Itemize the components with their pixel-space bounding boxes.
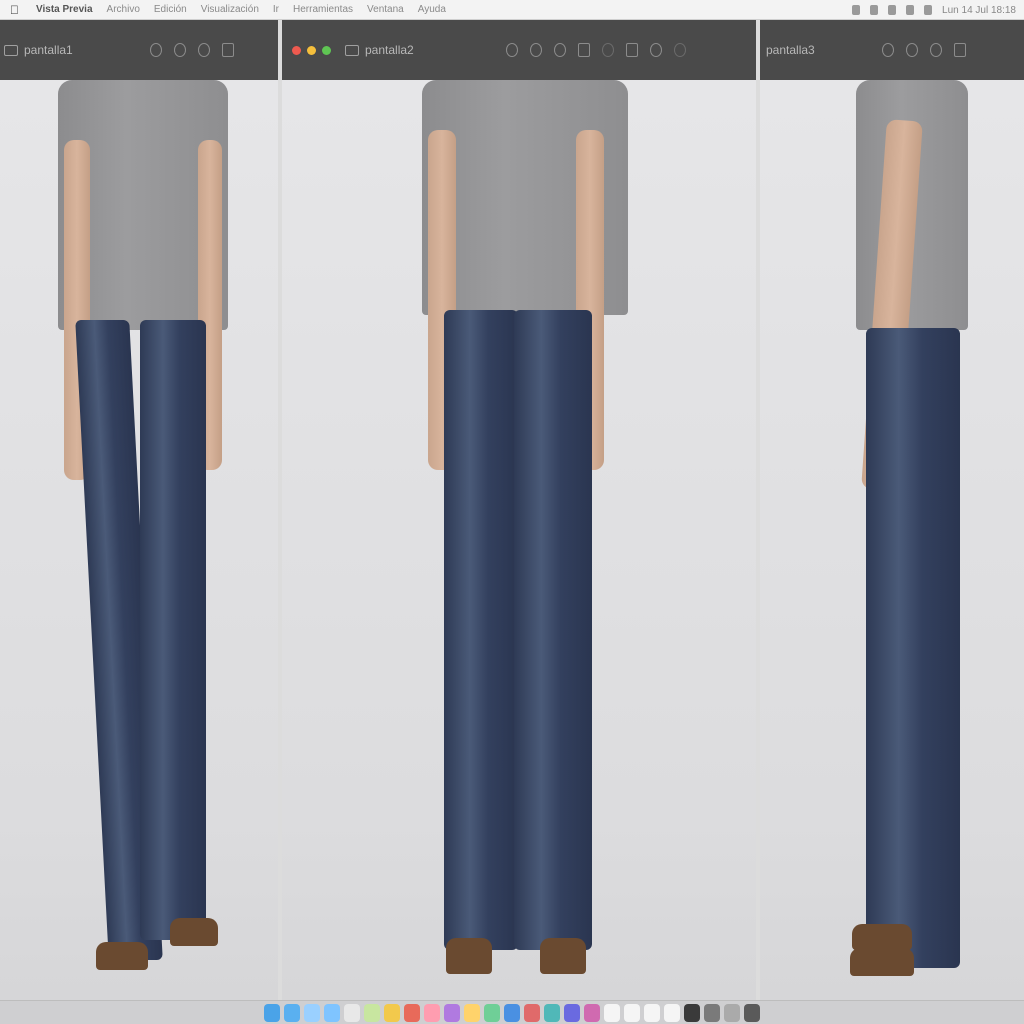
- dock-app-icon[interactable]: [344, 1003, 360, 1022]
- window-titlebar[interactable]: pantalla2: [282, 20, 756, 80]
- jeans: [866, 328, 960, 968]
- info-icon[interactable]: [150, 43, 162, 57]
- dock: [0, 1000, 1024, 1024]
- status-area: Lun 14 Jul 18:18: [852, 0, 1016, 20]
- dock-app-icon[interactable]: [484, 1003, 500, 1022]
- toolbar: [506, 20, 686, 80]
- dock-app-icon[interactable]: [664, 1003, 680, 1022]
- menu-ayuda[interactable]: Ayuda: [418, 4, 446, 15]
- shoe: [850, 948, 914, 976]
- info-icon[interactable]: [882, 43, 894, 57]
- wifi-icon[interactable]: [870, 5, 879, 15]
- dock-app-icon[interactable]: [284, 1003, 300, 1022]
- search-icon[interactable]: [674, 43, 686, 57]
- zoom-out-icon[interactable]: [174, 43, 186, 57]
- toolbar: [882, 20, 966, 80]
- preview-window-center[interactable]: pantalla2: [282, 20, 756, 1000]
- window-title: pantalla1: [24, 43, 73, 57]
- shoe: [446, 938, 492, 974]
- battery-icon[interactable]: [852, 5, 861, 15]
- dock-app-icon[interactable]: [364, 1003, 380, 1022]
- dock-app-icon[interactable]: [644, 1003, 660, 1022]
- menu-ventana[interactable]: Ventana: [367, 4, 404, 15]
- dock-app-icon[interactable]: [304, 1003, 320, 1022]
- jeans-right-leg: [140, 320, 206, 940]
- shoe: [540, 938, 586, 974]
- minimize-button[interactable]: [307, 45, 316, 55]
- toolbar: [150, 20, 234, 80]
- app-menu[interactable]: Vista Previa: [36, 4, 93, 15]
- dock-app-icon[interactable]: [724, 1003, 740, 1022]
- zoom-button[interactable]: [322, 45, 331, 55]
- dock-app-icon[interactable]: [444, 1003, 460, 1022]
- markup-toolbar-icon[interactable]: [650, 43, 662, 57]
- dock-app-icon[interactable]: [624, 1003, 640, 1022]
- window-title: pantalla2: [365, 43, 414, 57]
- volume-icon[interactable]: [888, 5, 897, 15]
- preview-window-left[interactable]: pantalla1: [0, 20, 278, 1000]
- photo-front-center: [282, 80, 756, 1000]
- jeans-left-leg: [444, 310, 518, 950]
- bluetooth-icon[interactable]: [906, 5, 915, 15]
- markup-icon[interactable]: [602, 43, 614, 57]
- close-button[interactable]: [292, 45, 301, 55]
- preview-window-right[interactable]: pantalla3: [760, 20, 1024, 1000]
- dock-app-icon[interactable]: [324, 1003, 340, 1022]
- menu-herramientas[interactable]: Herramientas: [293, 4, 353, 15]
- shoe: [96, 942, 148, 970]
- dock-app-icon[interactable]: [464, 1003, 480, 1022]
- zoom-in-icon[interactable]: [930, 43, 942, 57]
- window-title: pantalla3: [766, 43, 815, 57]
- zoom-in-icon[interactable]: [198, 43, 210, 57]
- dock-app-icon[interactable]: [584, 1003, 600, 1022]
- window-titlebar[interactable]: pantalla1: [0, 20, 278, 80]
- dock-app-icon[interactable]: [424, 1003, 440, 1022]
- jeans-right-leg: [514, 310, 592, 950]
- dock-app-icon[interactable]: [504, 1003, 520, 1022]
- share-icon[interactable]: [222, 43, 234, 57]
- menu-clock[interactable]: Lun 14 Jul 18:18: [942, 5, 1016, 16]
- dock-app-icon[interactable]: [604, 1003, 620, 1022]
- apple-menu-icon[interactable]: : [10, 3, 24, 17]
- desktop:  Vista Previa Archivo Edición Visualiza…: [0, 0, 1024, 1024]
- dock-app-icon[interactable]: [684, 1003, 700, 1022]
- search-icon[interactable]: [924, 5, 933, 15]
- zoom-out-icon[interactable]: [530, 43, 542, 57]
- photo-front-left: [0, 80, 278, 1000]
- dock-app-icon[interactable]: [704, 1003, 720, 1022]
- dock-app-icon[interactable]: [524, 1003, 540, 1022]
- share-icon[interactable]: [954, 43, 966, 57]
- shoe: [852, 924, 912, 950]
- dock-app-icon[interactable]: [384, 1003, 400, 1022]
- window-controls: [292, 45, 331, 55]
- rotate-icon[interactable]: [626, 43, 638, 57]
- dock-app-icon[interactable]: [404, 1003, 420, 1022]
- menu-edicion[interactable]: Edición: [154, 4, 187, 15]
- dock-app-icon[interactable]: [544, 1003, 560, 1022]
- menu-visualizacion[interactable]: Visualización: [201, 4, 259, 15]
- dock-app-icon[interactable]: [264, 1003, 280, 1022]
- shoe: [170, 918, 218, 946]
- dock-app-icon[interactable]: [744, 1003, 760, 1022]
- menu-ir[interactable]: Ir: [273, 4, 279, 15]
- zoom-in-icon[interactable]: [554, 43, 566, 57]
- info-icon[interactable]: [506, 43, 518, 57]
- menu-archivo[interactable]: Archivo: [107, 4, 140, 15]
- sidebar-toggle-icon[interactable]: [4, 44, 18, 56]
- share-icon[interactable]: [578, 43, 590, 57]
- dock-app-icon[interactable]: [564, 1003, 580, 1022]
- window-titlebar[interactable]: pantalla3: [760, 20, 1024, 80]
- zoom-out-icon[interactable]: [906, 43, 918, 57]
- sidebar-toggle-icon[interactable]: [345, 44, 359, 56]
- menu-bar:  Vista Previa Archivo Edición Visualiza…: [0, 0, 1024, 20]
- photo-side-right: [760, 80, 1024, 1000]
